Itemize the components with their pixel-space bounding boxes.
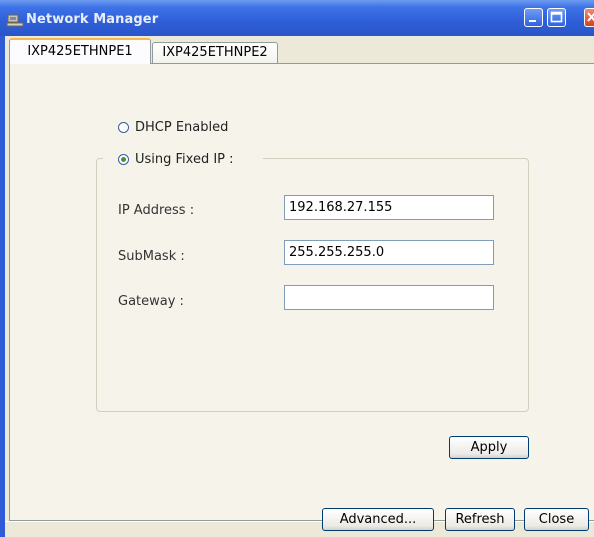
title-bar[interactable]: Network Manager <box>0 0 594 36</box>
dhcp-label: DHCP Enabled <box>135 120 229 135</box>
tab-ixp425ethnpe1[interactable]: IXP425ETHNPE1 <box>9 38 151 64</box>
gateway-label: Gateway : <box>118 294 184 309</box>
close-button[interactable] <box>584 8 594 27</box>
close-icon <box>587 12 594 22</box>
advanced-button[interactable]: Advanced... <box>322 508 434 531</box>
minimize-button[interactable] <box>524 8 543 27</box>
ip-address-input[interactable] <box>284 195 494 220</box>
maximize-button[interactable] <box>547 8 566 27</box>
ip-address-label: IP Address : <box>118 203 195 218</box>
close-dialog-button[interactable]: Close <box>524 508 589 531</box>
network-app-icon <box>6 13 24 27</box>
refresh-button[interactable]: Refresh <box>445 508 515 531</box>
fixed-ip-label: Using Fixed IP : <box>135 152 234 167</box>
tab-ixp425ethnpe2[interactable]: IXP425ETHNPE2 <box>152 42 278 63</box>
submask-input[interactable] <box>284 240 494 265</box>
fixed-ip-radio[interactable] <box>118 154 129 165</box>
tab-panel: DHCP Enabled Using Fixed IP : IP Address… <box>9 63 594 521</box>
network-manager-window: Network Manager IXP425ETHNPE1 IXP425ETHN… <box>0 0 594 537</box>
window-title: Network Manager <box>26 12 159 27</box>
submask-label: SubMask : <box>118 249 185 264</box>
gateway-input[interactable] <box>284 285 494 310</box>
fixed-ip-option[interactable]: Using Fixed IP : <box>118 152 234 168</box>
dhcp-radio[interactable] <box>118 122 129 133</box>
apply-button[interactable]: Apply <box>449 436 529 459</box>
maximize-icon <box>550 11 563 23</box>
window-client-area: IXP425ETHNPE1 IXP425ETHNPE2 DHCP Enabled… <box>5 36 594 537</box>
minimize-icon <box>529 20 536 22</box>
dhcp-option[interactable]: DHCP Enabled <box>118 120 228 136</box>
